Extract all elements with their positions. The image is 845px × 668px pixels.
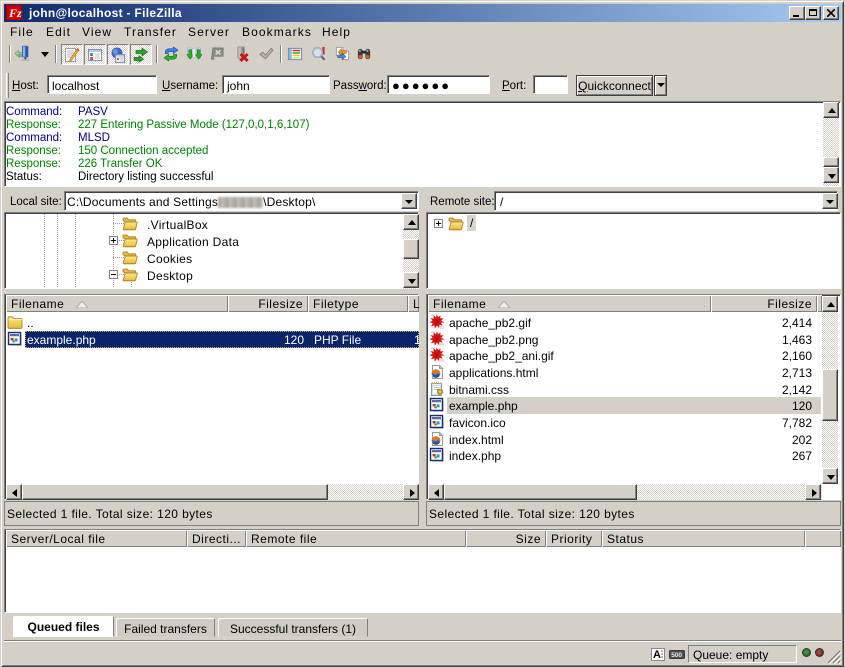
svg-text:Fz: Fz	[8, 6, 22, 20]
svg-text:500: 500	[671, 652, 682, 659]
svg-text:A: A	[653, 649, 661, 661]
